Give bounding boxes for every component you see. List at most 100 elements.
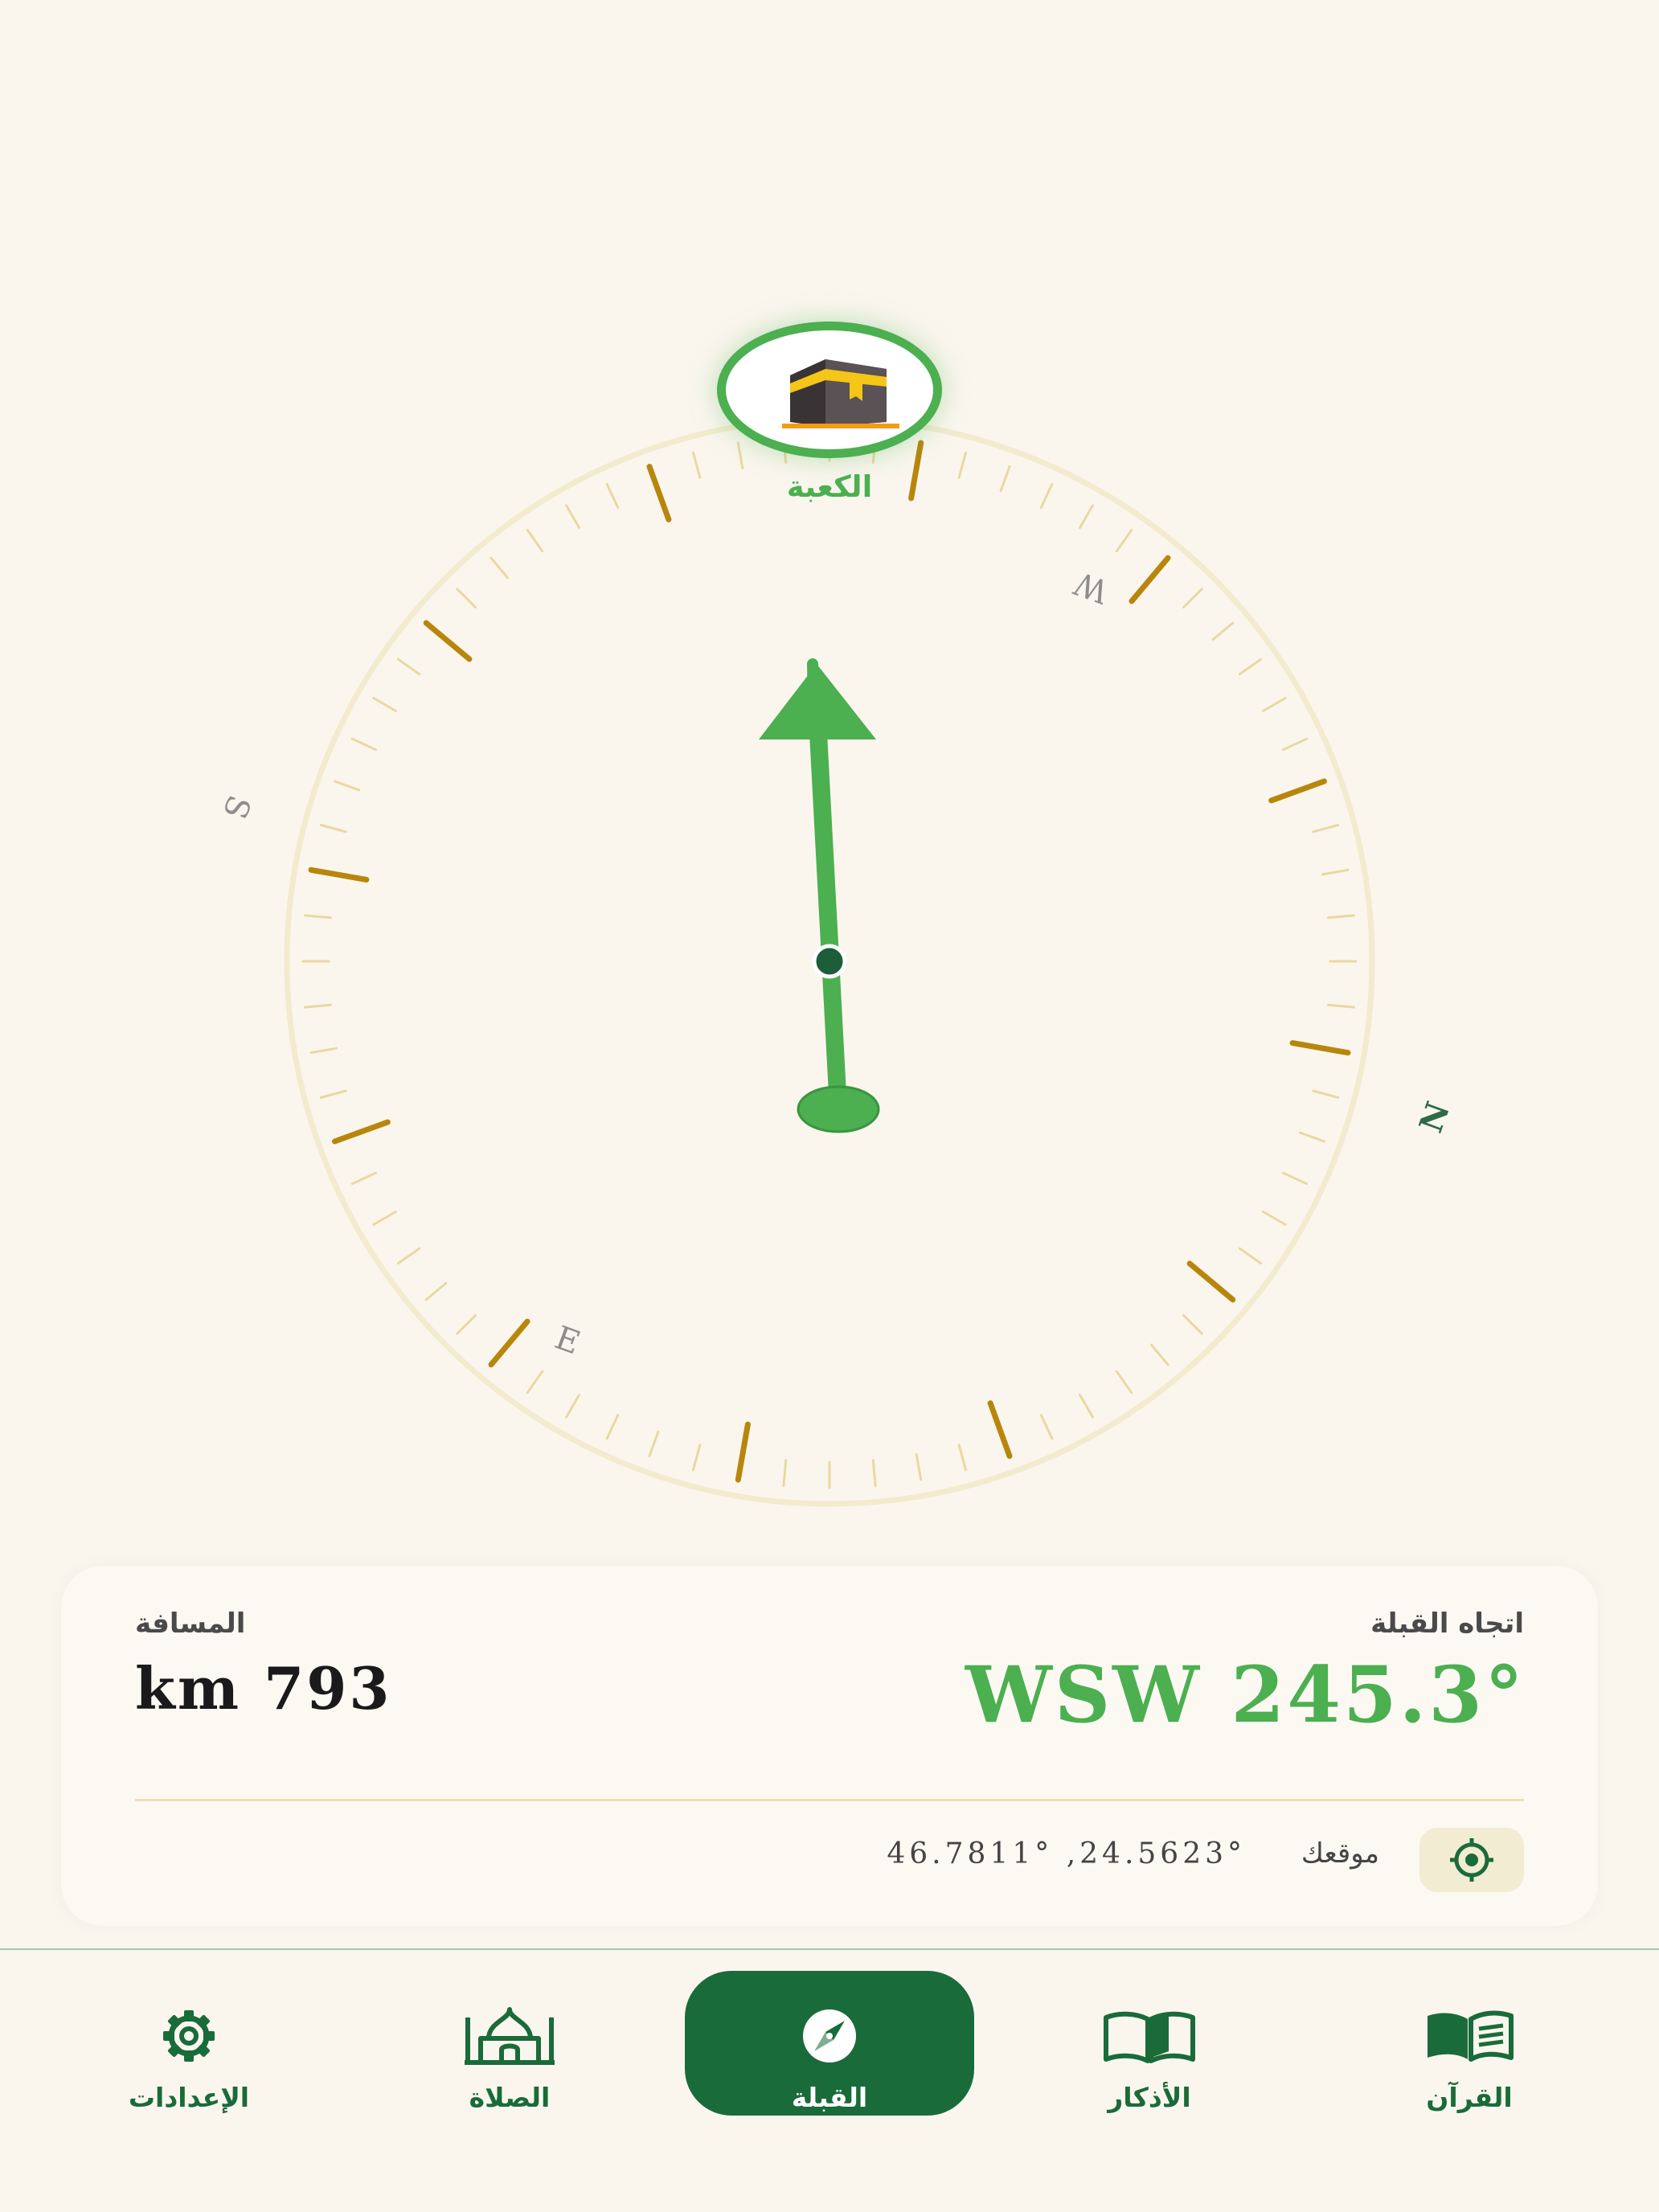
compass-minor-tick [605, 1414, 620, 1440]
qibla-screen: N E S W الكعبة المسافة اتجاه القبلة km 7… [0, 0, 1659, 2212]
compass-minor-tick [1282, 737, 1309, 752]
compass-minor-tick [871, 1459, 877, 1487]
qibla-direction-value: WSW 245.3° [965, 1649, 1526, 1740]
compass-minor-tick [1039, 1414, 1054, 1440]
cardinal-east: E [550, 1319, 584, 1362]
compass-minor-tick [1211, 621, 1235, 641]
nav-prayer[interactable]: الصلاة [365, 1971, 654, 2116]
gear-icon [163, 2010, 215, 2062]
compass-major-tick [332, 1119, 391, 1145]
kaaba-icon [782, 359, 899, 428]
nav-quran[interactable]: القرآن [1325, 1971, 1614, 2116]
nav-settings[interactable]: الإعدادات [44, 1971, 334, 2116]
quran-book-icon [1428, 2010, 1514, 2062]
compass-minor-tick [372, 697, 397, 712]
compass-minor-tick [782, 1459, 788, 1487]
compass-minor-tick [1327, 914, 1355, 920]
compass-minor-tick [526, 529, 544, 553]
kaaba-badge[interactable] [717, 322, 942, 458]
cardinal-south-label: S [215, 790, 258, 823]
compass-minor-tick [397, 1247, 421, 1265]
location-button[interactable] [1419, 1828, 1524, 1892]
qibla-info-card: المسافة اتجاه القبلة km 793 WSW 245.3° م… [61, 1566, 1598, 1926]
kaaba-label: الكعبة [786, 469, 873, 504]
cardinal-north-label: N [1412, 1097, 1458, 1137]
cardinal-west: W [1070, 563, 1113, 609]
cardinal-south: S [215, 790, 258, 823]
open-book-icon [1104, 2011, 1195, 2063]
compass-major-tick [488, 1318, 530, 1368]
compass-ticks [301, 433, 1358, 1489]
mosque-icon [465, 2007, 555, 2065]
compass-minor-tick [372, 1210, 397, 1226]
compass-minor-tick [999, 465, 1011, 493]
nav-adhkar-label: الأذكار [1108, 2082, 1191, 2113]
bottom-navigation: الإعدادات الصلاة القبلة الأذكار القرآن [0, 1948, 1659, 2212]
compass-minor-tick [1079, 504, 1094, 529]
compass-icon [803, 2009, 856, 2062]
compass-minor-tick [915, 1453, 923, 1481]
compass-rose[interactable]: N E S W [215, 416, 1458, 1507]
compass-major-tick [987, 1400, 1013, 1459]
needle-tail-knob [797, 1085, 880, 1133]
compass-major-tick [1186, 1260, 1236, 1303]
crosshair-icon [1450, 1838, 1493, 1882]
location-coordinates: 46.7811° ,24.5623° [887, 1837, 1246, 1870]
compass-minor-tick [1282, 1171, 1309, 1186]
compass-minor-tick [1079, 1394, 1094, 1419]
compass-minor-tick [350, 737, 377, 752]
cardinal-east-label: E [550, 1319, 584, 1362]
compass-major-tick [423, 620, 473, 662]
compass-minor-tick [1327, 1003, 1355, 1009]
compass-major-tick [1129, 555, 1171, 604]
compass-minor-tick [1262, 1210, 1287, 1226]
compass-minor-tick [565, 1394, 580, 1419]
compass-minor-tick [1150, 1343, 1169, 1366]
compass-minor-tick [1321, 868, 1350, 876]
compass-minor-tick [350, 1171, 377, 1186]
compass-minor-tick [1298, 1131, 1325, 1143]
compass-minor-tick [304, 1003, 332, 1009]
cardinal-west-label: W [1070, 563, 1113, 609]
compass-minor-tick [309, 1047, 338, 1055]
compass-minor-tick [605, 482, 620, 509]
compass-minor-tick [1115, 1370, 1133, 1394]
compass-minor-tick [319, 1089, 347, 1099]
nav-quran-label: القرآن [1426, 2082, 1513, 2113]
needle-arrowhead [759, 664, 876, 739]
compass-minor-tick [1115, 529, 1133, 553]
compass-minor-tick [1238, 657, 1262, 676]
compass-minor-tick [319, 824, 347, 834]
compass-major-tick [735, 1421, 751, 1483]
compass-major-tick [646, 464, 672, 522]
compass-minor-tick [648, 1430, 660, 1457]
compass-minor-tick [1312, 824, 1340, 834]
location-row: موقعك 46.7811° ,24.5623° [135, 1828, 1524, 1892]
compass-minor-tick [1039, 482, 1054, 509]
compass-minor-tick [334, 780, 361, 792]
compass-minor-tick [565, 504, 580, 529]
nav-qibla[interactable]: القبلة [685, 1971, 974, 2116]
compass-center-dot [812, 944, 847, 979]
compass-minor-tick [397, 657, 421, 676]
compass-minor-tick [1312, 1089, 1340, 1099]
compass: N E S W [215, 416, 1458, 1507]
compass-minor-tick [490, 556, 509, 580]
card-divider [135, 1799, 1524, 1801]
compass-minor-tick [456, 588, 477, 608]
nav-adhkar[interactable]: الأذكار [1005, 1971, 1294, 2116]
compass-minor-tick [1182, 588, 1203, 608]
compass-minor-tick [526, 1370, 544, 1394]
nav-qibla-label: القبلة [791, 2082, 868, 2113]
nav-settings-label: الإعدادات [128, 2082, 250, 2113]
compass-major-tick [308, 866, 370, 883]
compass-minor-tick [957, 1444, 967, 1472]
compass-minor-tick [736, 441, 744, 469]
compass-minor-tick [1262, 697, 1287, 712]
compass-minor-tick [1238, 1247, 1262, 1265]
compass-minor-tick [692, 1444, 702, 1472]
compass-minor-tick [456, 1314, 477, 1335]
nav-prayer-label: الصلاة [469, 2082, 551, 2113]
location-label: موقعك [1301, 1837, 1379, 1870]
compass-minor-tick [304, 914, 332, 920]
